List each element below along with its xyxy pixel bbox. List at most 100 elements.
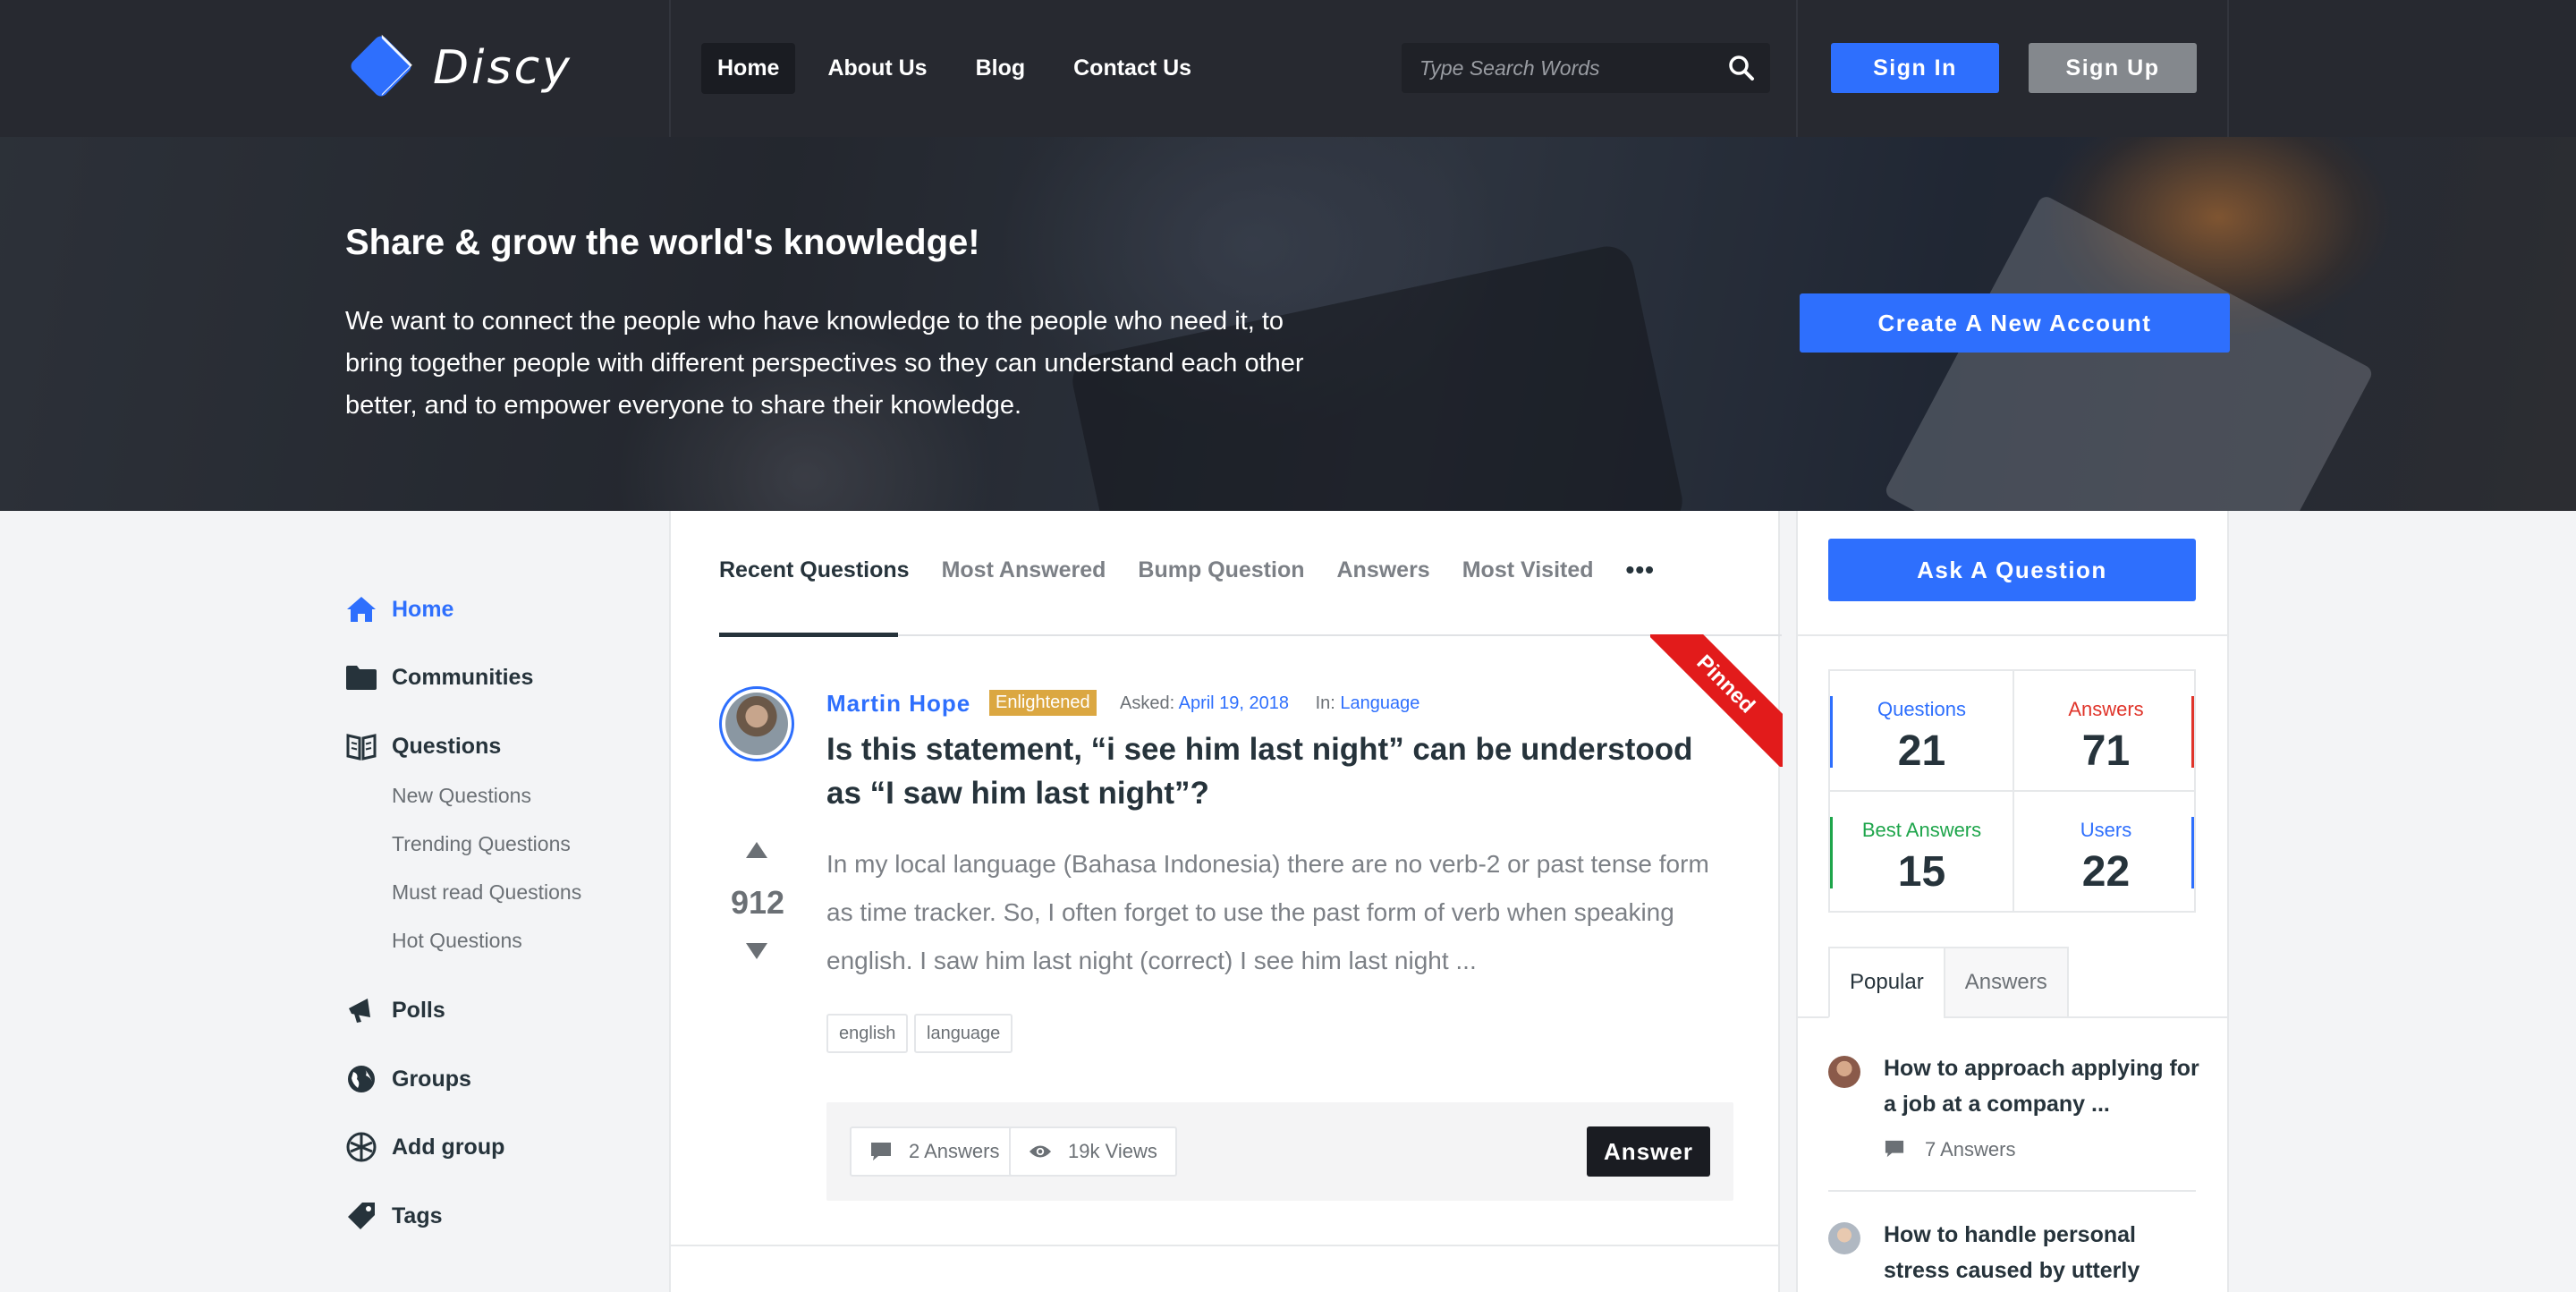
tag-language[interactable]: language — [914, 1014, 1013, 1053]
popular-question-title[interactable]: How to handle personal stress caused by … — [1884, 1217, 2204, 1292]
list-item: How to approach applying for a job at a … — [1828, 1050, 2204, 1176]
sidebar-subitem-new-questions[interactable]: New Questions — [392, 784, 531, 808]
sidebar-item-home[interactable]: Home — [345, 593, 453, 625]
search-input[interactable] — [1402, 55, 1706, 81]
vote-count: 912 — [730, 884, 785, 921]
nav-home[interactable]: Home — [701, 43, 796, 94]
stat-answers: Answers 71 — [2014, 671, 2198, 792]
comment-icon — [869, 1140, 893, 1163]
tab-most-answered[interactable]: Most Answered — [942, 557, 1106, 583]
sidebar-item-questions[interactable]: Questions — [345, 730, 501, 762]
popular-question-title[interactable]: How to approach applying for a job at a … — [1884, 1050, 2206, 1122]
tab-answers[interactable]: Answers — [1337, 557, 1430, 583]
answer-button[interactable]: Answer — [1587, 1126, 1710, 1177]
sidebar-item-label: Polls — [392, 997, 445, 1023]
comment-icon — [1884, 1139, 1905, 1160]
popular-question-meta: 7 Answers — [1884, 1138, 2016, 1161]
right-sidebar: Ask A Question Questions 21 Answers 71 B… — [1796, 511, 2229, 1292]
logo-text: Discy — [433, 41, 572, 95]
header-divider — [1796, 0, 1798, 137]
avatar[interactable] — [719, 686, 794, 761]
active-tab-indicator — [719, 633, 898, 637]
hero-title: Share & grow the world's knowledge! — [345, 223, 980, 262]
sidebar-item-label: Questions — [392, 733, 502, 759]
book-icon — [345, 730, 377, 762]
question-meta: Asked: April 19, 2018 In: Language — [1120, 693, 1419, 714]
home-icon — [345, 593, 377, 625]
category-link[interactable]: Language — [1340, 693, 1419, 713]
tab-recent-questions[interactable]: Recent Questions — [719, 557, 910, 583]
tag-english[interactable]: english — [826, 1014, 909, 1053]
sidebar-item-communities[interactable]: Communities — [345, 661, 533, 693]
tab-popular[interactable]: Popular — [1828, 947, 1945, 1018]
views-count-chip: 19k Views — [1009, 1126, 1177, 1177]
popular-tabs: Popular Answers — [1828, 947, 2069, 1018]
ask-question-button[interactable]: Ask A Question — [1828, 539, 2196, 601]
tab-answers-widget[interactable]: Answers — [1943, 947, 2069, 1018]
sidebar-item-polls[interactable]: Polls — [345, 994, 445, 1026]
vote-down-icon[interactable] — [746, 943, 767, 959]
sidebar-item-add-group[interactable]: Add group — [345, 1131, 504, 1163]
sidebar-item-groups[interactable]: Groups — [345, 1063, 471, 1095]
search-icon[interactable] — [1727, 54, 1756, 82]
question-author[interactable]: Martin Hope — [826, 690, 970, 718]
list-divider — [1828, 1190, 2196, 1192]
answers-count-link[interactable]: 2 Answers — [850, 1126, 1020, 1177]
tag-icon — [345, 1200, 377, 1232]
in-label: In: — [1315, 693, 1335, 713]
sign-up-button[interactable]: Sign Up — [2029, 43, 2197, 93]
sidebar-item-label: Add group — [392, 1134, 505, 1160]
sidebar-divider — [1798, 634, 2227, 636]
stat-best-answers: Best Answers 15 — [1830, 792, 2013, 913]
search-box — [1402, 43, 1770, 93]
avatar[interactable] — [1828, 1222, 1860, 1254]
stat-label: Best Answers — [1861, 819, 1982, 841]
tab-bump-question[interactable]: Bump Question — [1138, 557, 1304, 583]
globe-icon — [345, 1063, 377, 1095]
logo-diamond-icon — [345, 30, 420, 106]
question-excerpt: In my local language (Bahasa Indonesia) … — [826, 850, 1709, 974]
sidebar-item-label: Communities — [392, 664, 534, 690]
stat-value: 22 — [2081, 848, 2131, 896]
hero-banner: Share & grow the world's knowledge! We w… — [0, 137, 2576, 511]
folder-icon — [345, 661, 377, 693]
list-item: How to handle personal stress caused by … — [1828, 1217, 2204, 1292]
sidebar-item-label: Groups — [392, 1066, 471, 1092]
author-badge: Enlightened — [989, 690, 1097, 716]
main-content: Recent Questions Most Answered Bump Ques… — [669, 511, 1783, 1292]
globe-add-icon — [345, 1131, 377, 1163]
grid-divider — [1830, 790, 2194, 792]
main-nav: Home About Us Blog Contact Us — [701, 43, 1224, 94]
nav-blog[interactable]: Blog — [960, 43, 1042, 94]
avatar[interactable] — [1828, 1056, 1860, 1088]
stat-questions: Questions 21 — [1830, 671, 2013, 792]
header-divider — [2227, 0, 2229, 137]
nav-contact-us[interactable]: Contact Us — [1057, 43, 1208, 94]
more-tabs-button[interactable]: ••• — [1626, 556, 1655, 584]
stat-value: 15 — [1897, 848, 1946, 896]
question-footer: 2 Answers 19k Views Answer — [826, 1102, 1733, 1201]
vote-up-icon[interactable] — [746, 842, 767, 858]
stat-label: Answers — [2068, 698, 2144, 720]
stat-value: 21 — [1897, 727, 1946, 775]
sidebar-item-tags[interactable]: Tags — [345, 1200, 443, 1232]
asked-label: Asked: — [1120, 693, 1175, 713]
logo[interactable]: Discy — [345, 30, 572, 106]
asked-date-link[interactable]: April 19, 2018 — [1179, 693, 1289, 713]
sidebar-subitem-hot-questions[interactable]: Hot Questions — [392, 929, 522, 953]
popular-answers-count: 7 Answers — [1925, 1138, 2016, 1160]
stats-widget: Questions 21 Answers 71 Best Answers 15 … — [1828, 669, 2196, 913]
question-title[interactable]: Is this statement, “i see him last night… — [826, 727, 1721, 815]
sidebar-subitem-must-read-questions[interactable]: Must read Questions — [392, 880, 581, 905]
stat-value: 71 — [2081, 727, 2131, 775]
sign-in-button[interactable]: Sign In — [1831, 43, 1999, 93]
eye-icon — [1029, 1140, 1052, 1163]
question-tabs: Recent Questions Most Answered Bump Ques… — [719, 556, 1655, 584]
header-divider — [669, 0, 671, 137]
stat-users: Users 22 — [2014, 792, 2198, 913]
sidebar-subitem-trending-questions[interactable]: Trending Questions — [392, 832, 571, 856]
create-account-button[interactable]: Create A New Account — [1800, 293, 2230, 353]
tab-most-visited[interactable]: Most Visited — [1462, 557, 1594, 583]
site-header: Discy Home About Us Blog Contact Us Sign… — [0, 0, 2576, 137]
nav-about-us[interactable]: About Us — [811, 43, 943, 94]
